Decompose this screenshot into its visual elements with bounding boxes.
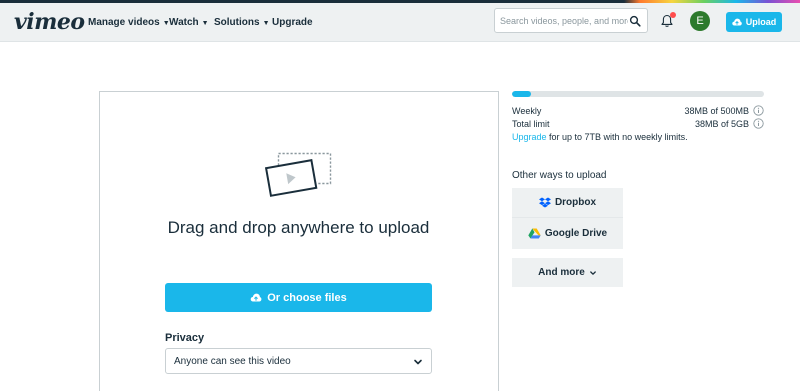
search-icon[interactable]	[629, 15, 641, 27]
top-navigation: vimeo Manage videos ▼ Watch ▼ Solutions …	[0, 3, 800, 42]
info-icon[interactable]	[753, 118, 764, 129]
vimeo-logo[interactable]: vimeo	[14, 9, 85, 35]
nav-upgrade[interactable]: Upgrade	[272, 17, 313, 28]
nav-solutions[interactable]: Solutions ▼	[214, 17, 270, 28]
upgrade-message-text: for up to 7TB with no weekly limits.	[546, 132, 688, 142]
nav-label: Watch	[169, 17, 199, 28]
choose-files-label: Or choose files	[267, 291, 347, 304]
choose-files-button[interactable]: Or choose files	[165, 283, 432, 312]
quota-progress-fill	[512, 91, 532, 97]
video-file-icon	[264, 152, 332, 197]
privacy-label: Privacy	[165, 332, 205, 344]
dropbox-icon	[538, 197, 551, 208]
other-ways-label: Other ways to upload	[512, 170, 607, 181]
and-more-label: And more	[538, 267, 585, 278]
quota-weekly-label: Weekly	[512, 106, 542, 116]
privacy-value: Anyone can see this video	[174, 356, 291, 367]
quota-weekly-value: 38MB of 500MB	[684, 106, 749, 116]
and-more-button[interactable]: And more	[512, 258, 623, 287]
upgrade-link[interactable]: Upgrade	[512, 132, 547, 142]
upgrade-message: Upgrade for up to 7TB with no weekly lim…	[512, 132, 688, 142]
search-input[interactable]	[500, 14, 628, 28]
dropbox-label: Dropbox	[554, 197, 597, 208]
quota-total-label: Total limit	[512, 119, 550, 129]
nav-label: Upgrade	[272, 17, 313, 28]
google-drive-icon	[528, 228, 541, 239]
privacy-select[interactable]: Anyone can see this video	[165, 348, 432, 374]
drop-zone[interactable]	[99, 91, 499, 391]
info-icon[interactable]	[753, 105, 764, 116]
quota-total-value: 38MB of 5GB	[694, 119, 749, 129]
nav-watch[interactable]: Watch ▼	[169, 17, 209, 28]
chevron-down-icon: ▼	[262, 20, 270, 27]
upload-label: Upload	[745, 17, 777, 27]
notification-badge	[670, 12, 676, 18]
chevron-down-icon	[589, 270, 596, 275]
quota-progress-bar	[512, 91, 764, 97]
upload-button[interactable]: Upload	[726, 12, 782, 32]
nav-label: Solutions	[214, 17, 260, 28]
drag-drop-heading: Drag and drop anywhere to upload	[167, 218, 430, 237]
chevron-down-icon: ▼	[201, 20, 209, 27]
chevron-down-icon	[414, 359, 422, 365]
dropbox-button[interactable]: Dropbox	[512, 188, 623, 218]
nav-label: Manage videos	[88, 17, 160, 28]
google-drive-button[interactable]: Google Drive	[512, 218, 623, 249]
cloud-upload-icon	[250, 293, 262, 302]
cloud-upload-icon	[732, 18, 742, 26]
search-box	[494, 8, 648, 33]
avatar[interactable]: E	[690, 11, 710, 31]
google-drive-label: Google Drive	[544, 228, 608, 239]
nav-manage-videos[interactable]: Manage videos ▼	[88, 17, 170, 28]
